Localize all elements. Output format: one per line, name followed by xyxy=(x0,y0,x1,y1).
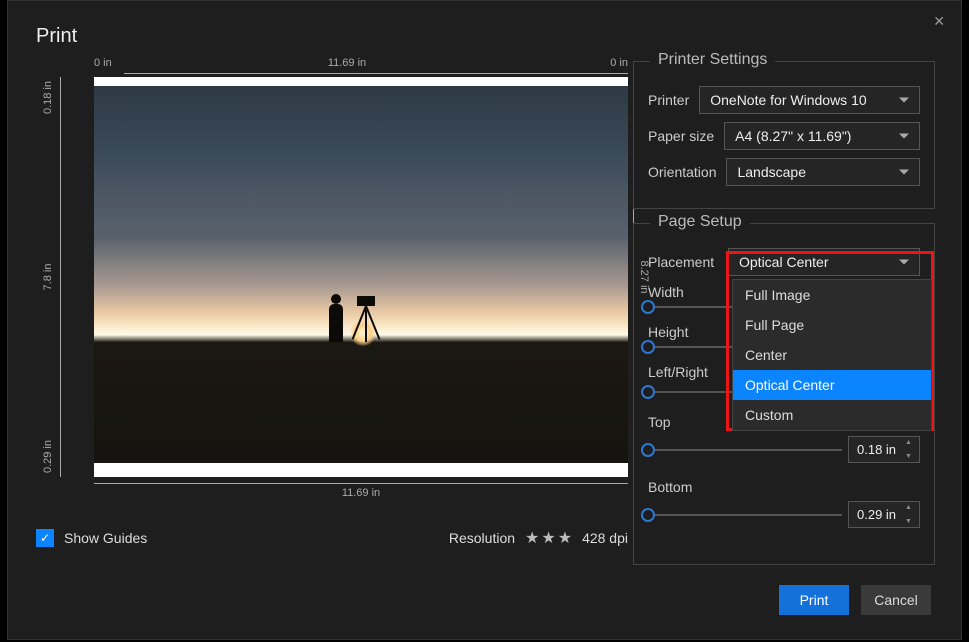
page-preview xyxy=(94,77,628,477)
ruler-left-top: 0.18 in xyxy=(42,81,54,114)
placement-select[interactable]: Optical Center xyxy=(728,248,920,276)
checkbox-icon: ✓ xyxy=(36,529,54,547)
printer-label: Printer xyxy=(648,92,689,108)
ruler-left-bottom: 0.29 in xyxy=(42,440,54,473)
orientation-select[interactable]: Landscape xyxy=(726,158,920,186)
cancel-button[interactable]: Cancel xyxy=(861,585,931,615)
dialog-footer-buttons: Print Cancel xyxy=(779,585,931,615)
ruler-top: 0 in 11.69 in 0 in xyxy=(66,57,628,77)
bottom-input[interactable]: 0.29 in ▲▼ xyxy=(848,501,920,528)
dialog-title: Print xyxy=(36,25,77,48)
printer-settings-title: Printer Settings xyxy=(650,51,775,69)
ruler-left: 0.18 in 7.8 in 0.29 in xyxy=(36,77,66,477)
preview-image xyxy=(94,86,628,463)
print-dialog: ✕ Print 0 in 11.69 in 0 in 0.18 in 7.8 i… xyxy=(7,0,962,640)
print-preview: 0 in 11.69 in 0 in 0.18 in 7.8 in 0.29 i… xyxy=(36,57,628,77)
paper-size-select[interactable]: A4 (8.27" x 11.69") xyxy=(724,122,920,150)
ruler-bottom: 11.69 in xyxy=(94,481,628,501)
ruler-left-center: 7.8 in xyxy=(42,264,54,291)
preview-footer: ✓ Show Guides Resolution ★ ★ ★ 428 dpi xyxy=(36,528,628,548)
show-guides-checkbox[interactable]: ✓ Show Guides xyxy=(36,529,147,547)
bottom-label: Bottom xyxy=(648,479,920,495)
placement-option[interactable]: Custom xyxy=(733,400,931,430)
placement-option[interactable]: Center xyxy=(733,340,931,370)
placement-label: Placement xyxy=(648,254,718,270)
resolution-label: Resolution xyxy=(449,530,515,546)
spinner-icon[interactable]: ▲▼ xyxy=(905,504,915,525)
resolution-value: 428 dpi xyxy=(582,530,628,546)
bottom-slider[interactable] xyxy=(648,514,842,516)
printer-select[interactable]: OneNote for Windows 10 xyxy=(699,86,920,114)
star-icon: ★ xyxy=(558,528,572,548)
close-icon[interactable]: ✕ xyxy=(933,13,945,30)
star-icon: ★ xyxy=(525,528,539,548)
printer-settings-panel: Printer Settings Printer OneNote for Win… xyxy=(633,61,935,209)
placement-option[interactable]: Optical Center xyxy=(733,370,931,400)
page-setup-title: Page Setup xyxy=(650,213,750,231)
resolution-indicator: Resolution ★ ★ ★ 428 dpi xyxy=(449,528,628,548)
orientation-label: Orientation xyxy=(648,164,716,180)
placement-dropdown[interactable]: Full ImageFull PageCenterOptical CenterC… xyxy=(732,279,932,431)
resolution-stars: ★ ★ ★ xyxy=(525,528,572,548)
star-icon: ★ xyxy=(541,528,555,548)
top-slider[interactable] xyxy=(648,449,842,451)
ruler-top-center: 11.69 in xyxy=(328,57,366,69)
ruler-top-start: 0 in xyxy=(94,57,112,69)
spinner-icon[interactable]: ▲▼ xyxy=(905,439,915,460)
ruler-bottom-center: 11.69 in xyxy=(342,487,380,499)
ruler-top-end: 0 in xyxy=(610,57,628,69)
placement-option[interactable]: Full Page xyxy=(733,310,931,340)
placement-option[interactable]: Full Image xyxy=(733,280,931,310)
paper-size-label: Paper size xyxy=(648,128,714,144)
top-input[interactable]: 0.18 in ▲▼ xyxy=(848,436,920,463)
show-guides-label: Show Guides xyxy=(64,530,147,546)
print-button[interactable]: Print xyxy=(779,585,849,615)
